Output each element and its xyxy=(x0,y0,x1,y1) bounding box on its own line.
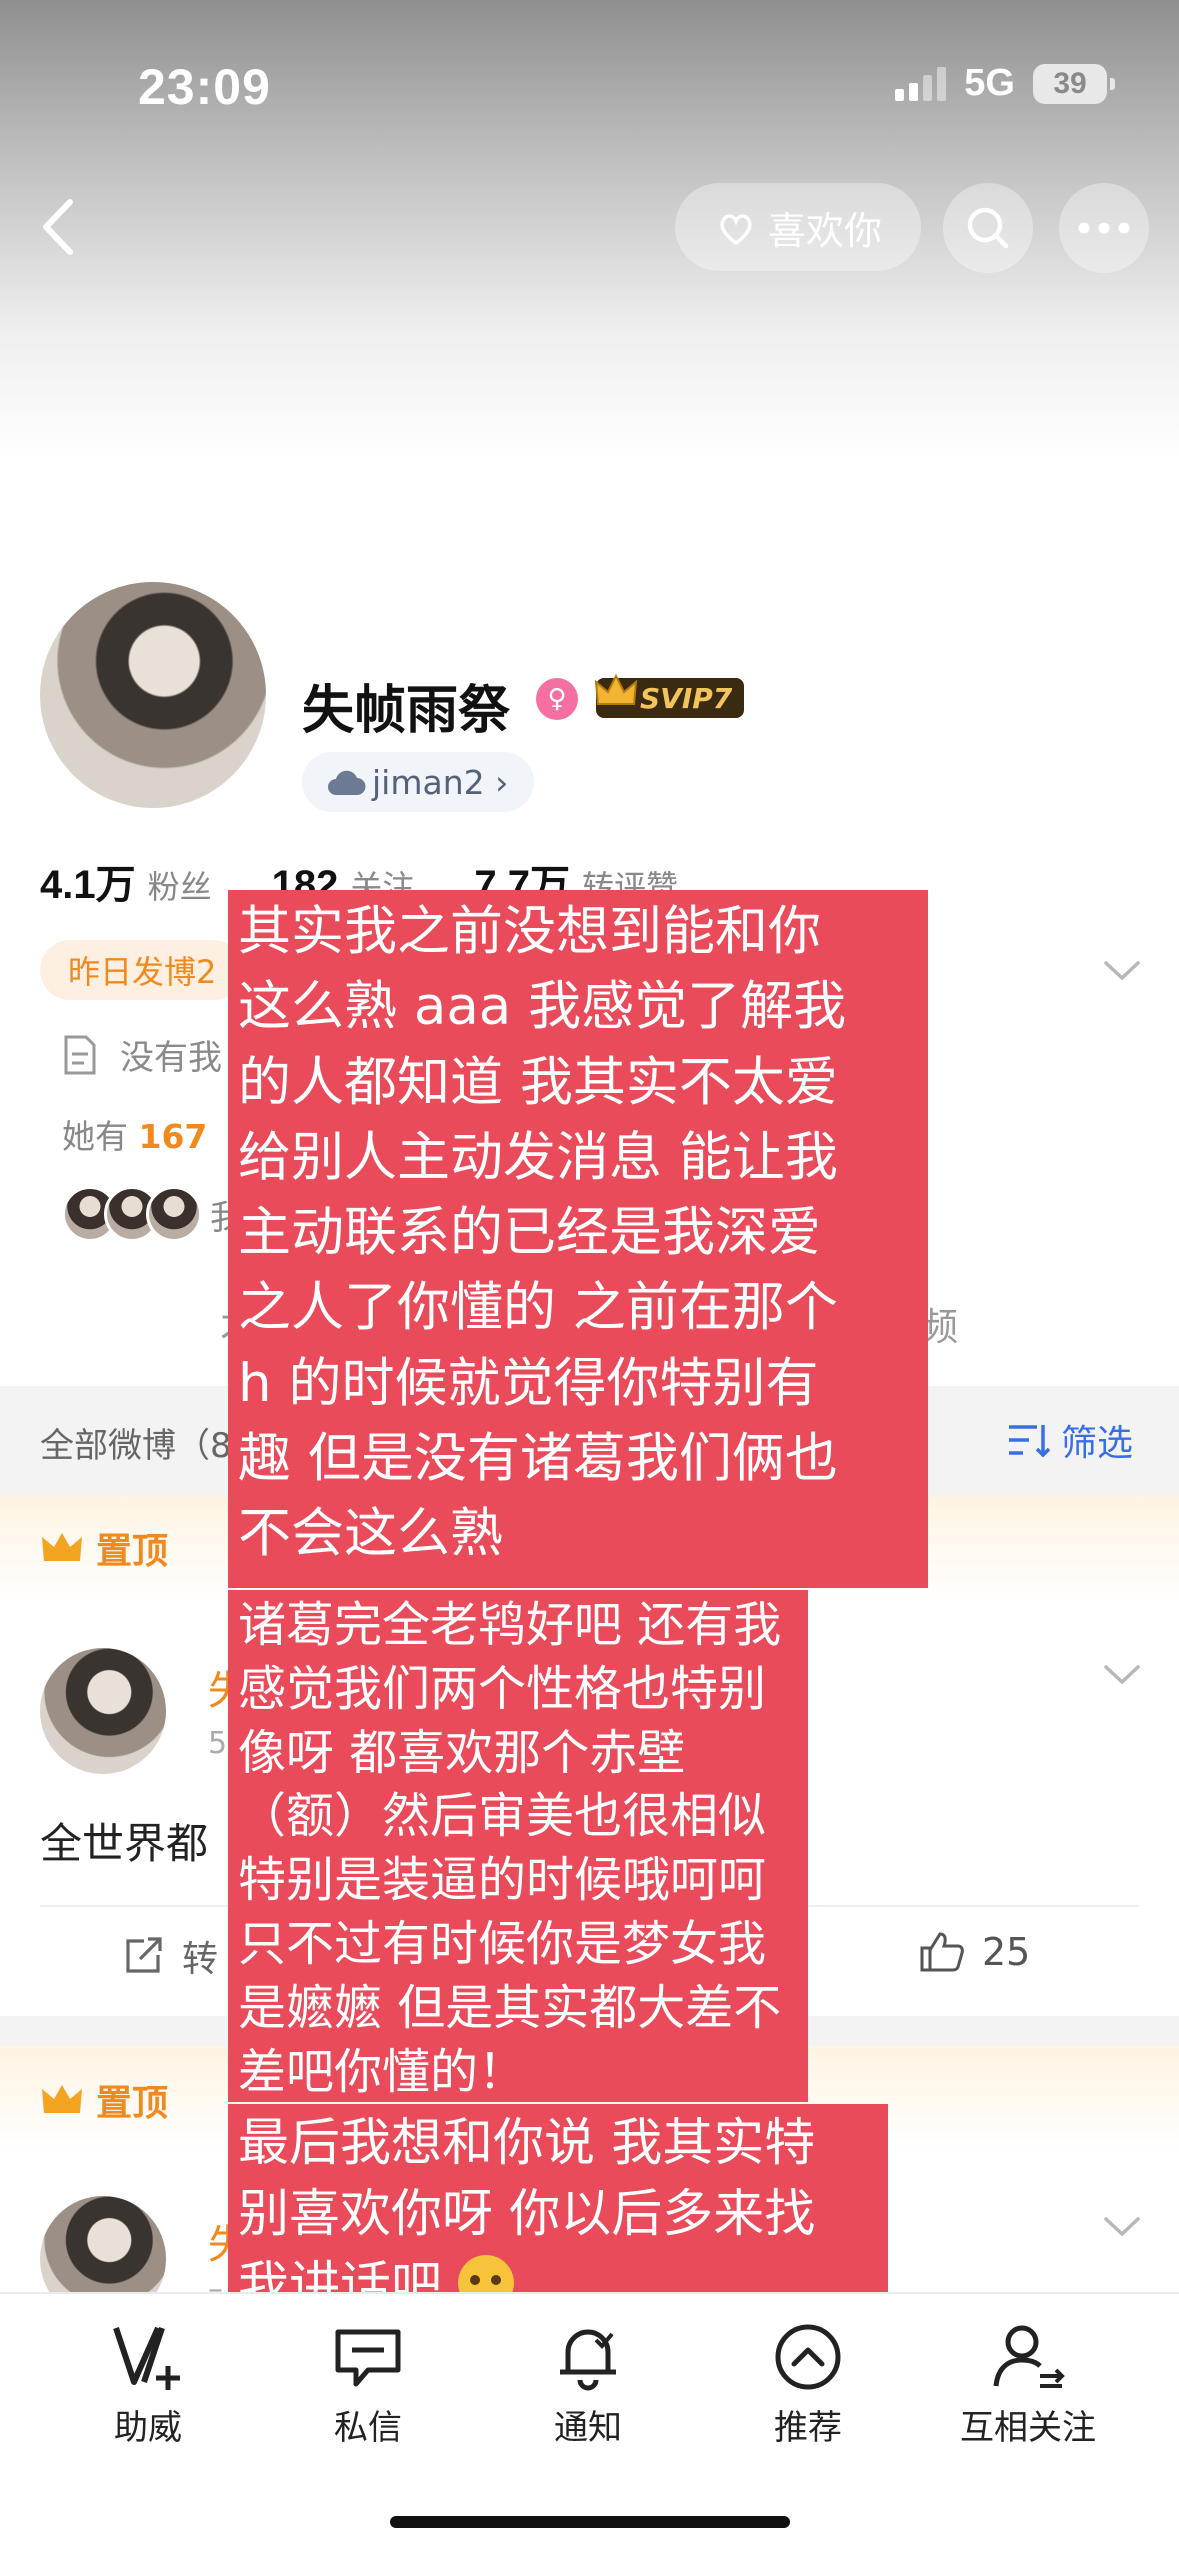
yesterday-posts-tag[interactable]: 昨日发博2 xyxy=(40,940,245,1000)
svip-label: SVIP7 xyxy=(640,681,733,715)
profile-intro: 没有我 xyxy=(62,1030,222,1079)
message-line: 感觉我们两个性格也特别 xyxy=(238,1660,767,1717)
like-button[interactable]: 25 xyxy=(918,1930,1030,1974)
mutual-avatars[interactable] xyxy=(62,1186,202,1242)
svip-badge[interactable]: SVIP7 xyxy=(594,673,745,718)
bell-icon xyxy=(560,2329,616,2391)
share-icon xyxy=(126,1937,162,1973)
chevron-down-icon[interactable] xyxy=(1102,2214,1142,2240)
message-line: 这么熟 aaa 我感觉了解我 xyxy=(238,976,847,1038)
tab-mutual-follow[interactable]: 互相关注 xyxy=(928,2320,1128,2449)
post-avatar[interactable] xyxy=(40,1648,166,1774)
all-posts-title[interactable]: 全部微博（8 xyxy=(40,1418,232,1467)
message-line: （额）然后审美也很相似 xyxy=(238,1788,767,1845)
post-time-fragment: 5 xyxy=(208,1726,228,1761)
repost-label: 转 xyxy=(182,1939,219,1980)
message-line: 差吧你懂的！ xyxy=(238,2043,527,2100)
message-line: 主动联系的已经是我深爱 xyxy=(238,1202,821,1263)
followers-count[interactable]: 4.1万 xyxy=(40,852,136,910)
weibo-id-chip[interactable]: jiman2 › xyxy=(302,752,535,812)
network-type: 5G xyxy=(964,62,1015,104)
search-icon xyxy=(967,207,1009,249)
message-line: 最后我想和你说 我其实特 xyxy=(238,2114,816,2173)
hand-heart-icon xyxy=(720,214,752,246)
tab-label: 推荐 xyxy=(774,2408,842,2448)
weibo-id: jiman2 › xyxy=(372,762,509,802)
document-icon xyxy=(64,1035,96,1074)
pinned-text: 置顶 xyxy=(96,1531,169,1572)
profile-avatar[interactable] xyxy=(40,582,266,808)
chevron-down-icon[interactable] xyxy=(1102,1662,1142,1688)
she-has-prefix: 她有 xyxy=(62,1117,128,1156)
message-icon xyxy=(335,2329,401,2387)
battery-icon: 39 xyxy=(1033,63,1115,104)
chevron-down-icon[interactable] xyxy=(1102,958,1142,984)
message-line: 别喜欢你呀 你以后多来找 xyxy=(238,2185,816,2245)
crown-icon xyxy=(42,1533,82,1561)
like-you-button[interactable]: 喜欢你 xyxy=(675,183,921,271)
common-info[interactable]: 她有 167 xyxy=(62,1110,207,1158)
avatar xyxy=(146,1186,202,1242)
message-block-1: 其实我之前没想到能和你 这么熟 aaa 我感觉了解我 的人都知道 我其实不太爱 … xyxy=(228,890,928,1588)
tab-label: 助威 xyxy=(114,2408,182,2448)
tab-label: 私信 xyxy=(334,2408,402,2448)
tab-cheer[interactable]: 助威 xyxy=(48,2320,248,2449)
status-time: 23:09 xyxy=(138,59,271,115)
chevron-left-icon xyxy=(43,199,73,255)
chevron-up-circle-icon xyxy=(775,2324,841,2390)
tab-label: 互相关注 xyxy=(960,2408,1096,2448)
post-text[interactable]: 全世界都 xyxy=(40,1810,208,1871)
message-line: 之人了你懂的 之前在那个 xyxy=(238,1277,838,1339)
tab-notifications[interactable]: 通知 xyxy=(488,2320,688,2449)
message-line: 只不过有时候你是梦女我 xyxy=(238,1916,767,1973)
user-follow-icon xyxy=(993,2325,1065,2388)
search-button[interactable] xyxy=(943,183,1033,273)
message-line: 诸葛完全老鸨好吧 还有我 xyxy=(238,1597,782,1653)
thumbs-up-icon xyxy=(920,1932,964,1972)
tab-recommend[interactable]: 推荐 xyxy=(708,2320,908,2449)
message-line: 像呀 都喜欢那个赤壁 xyxy=(238,1724,686,1781)
message-line: 其实我之前没想到能和你 xyxy=(238,901,821,962)
tab-label: 通知 xyxy=(554,2408,622,2448)
filter-label: 筛选 xyxy=(1060,1423,1133,1464)
repost-button[interactable]: 转 xyxy=(122,1930,218,1982)
home-indicator[interactable] xyxy=(390,2516,790,2528)
female-icon: ♀ xyxy=(536,678,578,720)
she-has-count: 167 xyxy=(138,1117,208,1156)
pinned-label: 置顶 xyxy=(40,2074,168,2126)
crown-icon xyxy=(42,2085,82,2113)
filter-button[interactable]: 筛选 xyxy=(1007,1414,1133,1466)
message-line: 趣 但是没有诸葛我们俩也 xyxy=(238,1427,838,1489)
message-line: 特别是装逼的时候哦呵呵 xyxy=(238,1852,767,1909)
back-button[interactable] xyxy=(30,192,90,262)
status-indicators: 5G 39 xyxy=(895,62,1115,105)
followers-label: 粉丝 xyxy=(147,868,212,906)
profile-intro-text: 没有我 xyxy=(120,1038,222,1078)
cloud-icon xyxy=(328,770,366,795)
signal-icon xyxy=(895,66,947,101)
v-plus-icon xyxy=(113,2326,180,2390)
filter-icon xyxy=(1008,1425,1051,1458)
like-you-label: 喜欢你 xyxy=(767,208,882,253)
pinned-label: 置顶 xyxy=(40,1522,168,1574)
message-block-2: 诸葛完全老鸨好吧 还有我 感觉我们两个性格也特别 像呀 都喜欢那个赤壁 （额）然… xyxy=(228,1590,808,2102)
crown-icon xyxy=(594,673,638,705)
message-line: 给别人主动发消息 能让我 xyxy=(238,1126,838,1188)
message-line: 是嬷嬷 但是其实都大差不 xyxy=(238,1979,782,2036)
tab-messages[interactable]: 私信 xyxy=(268,2320,468,2449)
message-line: 的人都知道 我其实不太爱 xyxy=(238,1051,838,1113)
message-line: 不会这么熟 xyxy=(238,1503,503,1564)
more-button[interactable] xyxy=(1059,183,1149,273)
pinned-text: 置顶 xyxy=(96,2083,169,2124)
profile-name: 失帧雨祭 xyxy=(302,681,511,741)
more-dots-icon xyxy=(1078,222,1130,234)
like-count: 25 xyxy=(982,1930,1031,1974)
message-line: h 的时候就觉得你特别有 xyxy=(238,1352,819,1414)
